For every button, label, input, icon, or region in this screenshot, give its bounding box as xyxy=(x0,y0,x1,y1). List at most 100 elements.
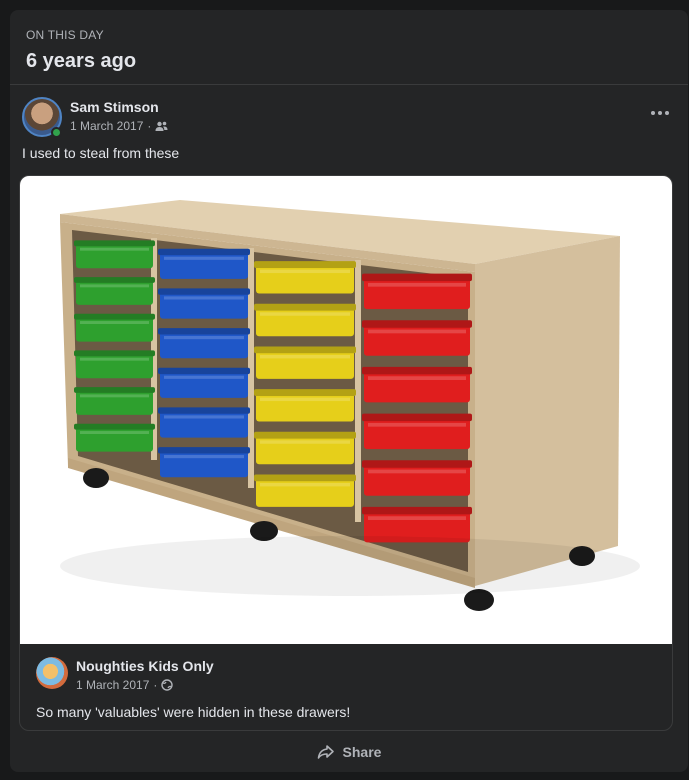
tray-lip xyxy=(74,277,155,283)
tray-highlight xyxy=(164,256,244,260)
tray-highlight xyxy=(80,321,149,324)
memory-title: 6 years ago xyxy=(26,50,137,72)
shared-text: So many 'valuables' were hidden in these… xyxy=(36,704,351,720)
tray-lip xyxy=(158,407,250,414)
tray-lip xyxy=(158,367,250,375)
tray-lip xyxy=(254,261,356,268)
wheel xyxy=(83,468,109,488)
tray xyxy=(364,416,470,450)
tray-lip xyxy=(254,474,356,482)
tray-lip xyxy=(362,320,472,328)
tray-highlight xyxy=(80,394,149,398)
tray-lip xyxy=(254,346,356,354)
tray-highlight xyxy=(368,282,466,287)
tray-highlight xyxy=(80,431,149,434)
globe-icon xyxy=(161,679,174,691)
tray-lip xyxy=(362,506,472,515)
tray-highlight xyxy=(260,482,350,487)
tray-highlight xyxy=(260,312,350,316)
tray xyxy=(364,276,470,310)
tray-lip xyxy=(254,389,356,396)
shared-post[interactable]: Noughties Kids Only 1 March 2017 · So ma… xyxy=(19,175,673,731)
share-button[interactable]: Share xyxy=(10,738,688,766)
tray xyxy=(364,463,470,496)
tray-lip xyxy=(74,240,155,247)
tray-highlight xyxy=(260,269,350,274)
tray-lip xyxy=(158,288,250,295)
tray xyxy=(160,290,248,319)
more-options-button[interactable] xyxy=(646,103,674,123)
meta-separator: · xyxy=(147,119,152,133)
tray xyxy=(160,330,248,359)
tray-lip xyxy=(254,431,356,439)
tray xyxy=(76,315,153,342)
tray xyxy=(160,409,248,438)
tray xyxy=(256,477,354,507)
tray-highlight xyxy=(164,336,244,340)
tray-lip xyxy=(74,350,155,357)
share-icon xyxy=(317,745,334,759)
post-header: Sam Stimson 1 March 2017 · xyxy=(10,85,688,141)
tray xyxy=(256,306,354,337)
post-text: I used to steal from these xyxy=(22,145,180,161)
post-meta: 1 March 2017 · xyxy=(70,119,168,133)
tray-highlight xyxy=(368,376,466,380)
tray-lip xyxy=(362,413,472,422)
more-dot xyxy=(651,111,655,115)
tray-highlight xyxy=(260,440,350,444)
tray-lip xyxy=(74,423,155,430)
online-status-dot xyxy=(51,127,62,138)
memory-card: ON THIS DAY 6 years ago Sam Stimson 1 Ma… xyxy=(10,10,688,772)
memory-label: ON THIS DAY xyxy=(26,28,104,42)
tray-highlight xyxy=(260,397,350,402)
shared-meta: 1 March 2017 · xyxy=(76,678,174,692)
tray xyxy=(256,434,354,465)
tray xyxy=(160,449,248,478)
memory-header: ON THIS DAY 6 years ago xyxy=(10,10,688,85)
tray-highlight xyxy=(368,516,466,520)
tray-highlight xyxy=(260,354,350,359)
tray xyxy=(160,370,248,398)
more-dot xyxy=(665,111,669,115)
tray-highlight xyxy=(368,329,466,334)
share-label: Share xyxy=(342,744,382,760)
tray-lip xyxy=(158,248,250,256)
tray-highlight xyxy=(164,375,244,379)
tray xyxy=(76,352,153,379)
tray-lip xyxy=(254,303,356,311)
tray-cabinet-image xyxy=(60,200,640,611)
tray-lip xyxy=(158,447,250,454)
tray xyxy=(256,349,354,379)
tray-highlight xyxy=(368,469,466,474)
more-dot xyxy=(658,111,662,115)
tray-lip xyxy=(362,460,472,468)
page-avatar[interactable] xyxy=(36,657,68,689)
tray xyxy=(76,389,153,415)
tray-lip xyxy=(158,328,250,335)
tray-highlight xyxy=(368,422,466,427)
friends-icon xyxy=(155,121,168,131)
tray xyxy=(364,369,470,403)
shared-date[interactable]: 1 March 2017 xyxy=(76,678,149,692)
shared-footer: Noughties Kids Only 1 March 2017 · So ma… xyxy=(20,644,672,730)
tray xyxy=(256,391,354,422)
tray-lip xyxy=(362,273,472,282)
tray-highlight xyxy=(80,357,149,361)
tray xyxy=(256,263,354,294)
tray xyxy=(76,425,153,452)
tray xyxy=(76,242,153,269)
tray-highlight xyxy=(164,296,244,300)
tray-highlight xyxy=(164,455,244,459)
shared-image[interactable] xyxy=(20,176,672,644)
post-date[interactable]: 1 March 2017 xyxy=(70,119,143,133)
tray xyxy=(76,279,153,305)
floor-shadow xyxy=(60,536,640,596)
page-name[interactable]: Noughties Kids Only xyxy=(76,658,214,674)
cabinet-side xyxy=(475,236,620,586)
tray-lip xyxy=(74,313,155,320)
tray xyxy=(364,323,470,356)
tray-highlight xyxy=(80,284,149,288)
tray-lip xyxy=(362,366,472,375)
tray-highlight xyxy=(80,247,149,251)
author-name[interactable]: Sam Stimson xyxy=(70,99,159,115)
